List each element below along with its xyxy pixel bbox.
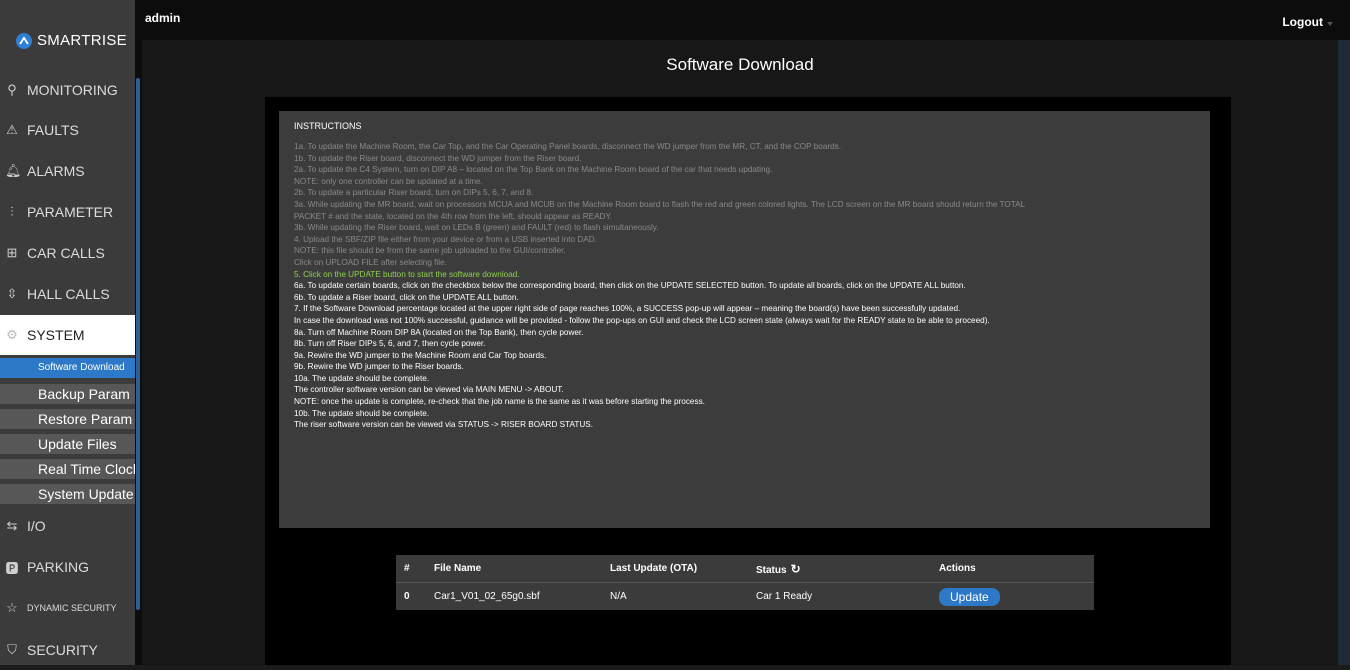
instruction-line: 1a. To update the Machine Room, the Car … xyxy=(294,142,842,151)
table-row: 0 Car1_V01_02_65g0.sbf N/A Car 1 Ready U… xyxy=(396,583,1094,611)
instruction-line: 10a. The update should be complete. xyxy=(294,373,430,383)
shield-icon: ⛉ xyxy=(7,642,17,657)
instruction-line: Click on UPLOAD FILE after selecting fil… xyxy=(294,257,447,267)
row-file-name: Car1_V01_02_65g0.sbf xyxy=(434,591,540,602)
sidebar-item-faults[interactable]: ⚠ FAULTS xyxy=(0,110,135,150)
caret-down-icon xyxy=(1327,22,1333,26)
row-last-update: N/A xyxy=(610,591,627,602)
col-last-update: Last Update (OTA) xyxy=(610,555,756,583)
sidebar-item-monitoring[interactable]: ⚲ MONITORING xyxy=(0,70,135,110)
row-status: Car 1 Ready xyxy=(756,591,813,602)
gear-icon: ⚙ xyxy=(6,327,18,342)
instruction-line: 3a. While updating the MR board, wait on… xyxy=(294,199,1026,209)
sidebar-item-alarms[interactable]: 🔔︎ ALARMS xyxy=(0,151,135,191)
sliders-icon: ⫶ xyxy=(10,204,14,219)
keypad-icon: ⊞ xyxy=(6,245,18,260)
star-icon: ☆ xyxy=(6,600,18,615)
brand-name: SMARTRISE xyxy=(37,32,127,49)
instruction-line: NOTE: only one controller can be updated… xyxy=(294,176,483,186)
instruction-line: The controller software version can be v… xyxy=(294,385,564,395)
instruction-line: NOTE: once the update is complete, re-ch… xyxy=(294,397,705,407)
col-actions: Actions xyxy=(939,555,1094,583)
row-actions: Update xyxy=(939,583,1094,611)
instruction-line: 9b. Rewire the WD jumper to the Riser bo… xyxy=(294,362,464,372)
instructions-panel: INSTRUCTIONS 1a. To update the Machine R… xyxy=(279,111,1210,528)
col-index: # xyxy=(396,555,434,583)
sidebar-scroll-thumb[interactable] xyxy=(136,78,140,610)
refresh-icon[interactable]: ↻ xyxy=(791,562,801,576)
up-down-icon: ⇳ xyxy=(6,286,18,301)
col-status: Status ↻ xyxy=(756,555,939,583)
logo-icon xyxy=(16,32,32,49)
instructions-heading: INSTRUCTIONS xyxy=(294,121,362,131)
subitem-restore-param[interactable]: Restore Param xyxy=(0,409,135,429)
instruction-line: 3b. While updating the Riser board, wait… xyxy=(294,223,659,233)
table-header-row: # File Name Last Update (OTA) Status ↻ Ac… xyxy=(396,555,1094,583)
sidebar-item-parameter[interactable]: ⫶ PARAMETER xyxy=(0,192,135,232)
instruction-line: NOTE: this file should be from the same … xyxy=(294,246,566,256)
instruction-line: 5. Click on the UPDATE button to start t… xyxy=(294,269,520,279)
content-card: INSTRUCTIONS 1a. To update the Machine R… xyxy=(265,97,1231,665)
bell-icon: 🔔︎ xyxy=(5,163,22,178)
subitem-update-files[interactable]: Update Files xyxy=(0,434,135,454)
sidebar-item-io[interactable]: ⇆ I/O xyxy=(0,506,135,546)
brand-logo[interactable]: SMARTRISE xyxy=(16,32,127,49)
sidebar-item-parking[interactable]: 🅿︎ PARKING xyxy=(0,547,135,587)
subitem-backup-param[interactable]: Backup Param xyxy=(0,384,135,404)
search-icon: ⚲ xyxy=(7,82,17,97)
update-button[interactable]: Update xyxy=(939,587,1000,606)
sidebar: SMARTRISE ⚲ MONITORING ⚠ FAULTS 🔔︎ ALARM… xyxy=(0,0,135,665)
instruction-line: 8b. Turn off Riser DIPs 5, 6, and 7, the… xyxy=(294,339,486,349)
sidebar-item-car-calls[interactable]: ⊞ CAR CALLS xyxy=(0,233,135,273)
page-title: Software Download xyxy=(666,55,814,74)
instruction-line: 1b. To update the Riser board, disconnec… xyxy=(294,153,582,163)
sidebar-item-hall-calls[interactable]: ⇳ HALL CALLS xyxy=(0,274,135,314)
instruction-line: 9a. Rewire the WD jumper to the Machine … xyxy=(294,350,547,360)
instruction-line: 4. Upload the SBF/ZIP file either from y… xyxy=(294,234,597,244)
instruction-line: 8a. Turn off Machine Room DIP 8A (locate… xyxy=(294,327,584,337)
instruction-line: 10b. The update should be complete. xyxy=(294,408,430,418)
parking-icon: 🅿︎ xyxy=(5,560,19,576)
instructions-list: 1a. To update the Machine Room, the Car … xyxy=(294,141,1210,431)
software-table: # File Name Last Update (OTA) Status ↻ Ac… xyxy=(396,555,1094,610)
instruction-line: PACKET # and the state, located on the 4… xyxy=(294,211,613,221)
sidebar-item-dynamic-security[interactable]: ☆ DYNAMIC SECURITY xyxy=(0,588,135,628)
warning-icon: ⚠ xyxy=(6,122,18,137)
sidebar-item-system[interactable]: ⚙ SYSTEM xyxy=(0,315,135,355)
user-name: admin xyxy=(145,11,181,25)
col-file-name: File Name xyxy=(434,555,610,583)
swap-icon: ⇆ xyxy=(6,518,18,533)
right-edge xyxy=(1338,40,1350,665)
logout-button[interactable]: Logout xyxy=(1282,15,1323,29)
sidebar-item-security[interactable]: ⛉ SECURITY xyxy=(0,630,135,670)
instruction-line: 6a. To update certain boards, click on t… xyxy=(294,281,966,291)
instruction-line: 6b. To update a Riser board, click on th… xyxy=(294,292,519,302)
top-bar: admin Logout xyxy=(0,0,1350,40)
row-index: 0 xyxy=(404,591,410,602)
instruction-line: The riser software version can be viewed… xyxy=(294,420,594,430)
subitem-system-update[interactable]: System Update xyxy=(0,484,135,504)
instruction-line: 2a. To update the C4 System, turn on DIP… xyxy=(294,165,773,175)
subitem-real-time-clock[interactable]: Real Time Clock xyxy=(0,459,135,479)
main-content: Software Download INSTRUCTIONS 1a. To up… xyxy=(142,40,1338,665)
instruction-line: 2b. To update a particular Riser board, … xyxy=(294,188,534,198)
instruction-line: In case the download was not 100% succes… xyxy=(294,315,990,325)
instruction-line: 7. If the Software Download percentage l… xyxy=(294,304,961,314)
subitem-software-download[interactable]: Software Download xyxy=(0,358,135,378)
